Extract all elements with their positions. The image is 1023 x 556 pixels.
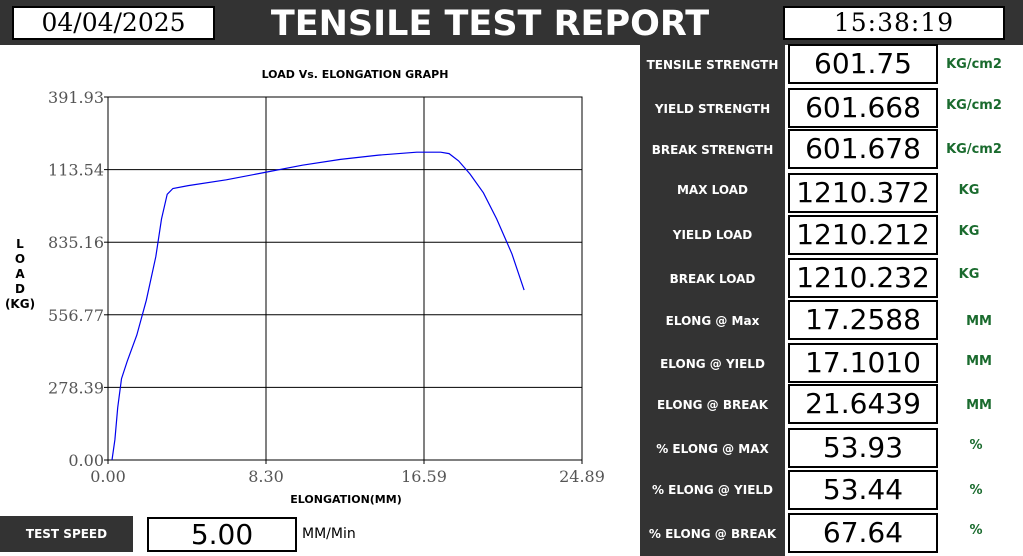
chart-y-tick-label: 835.16 [48, 233, 104, 252]
break-strength-unit: KG/cm2 [946, 142, 1002, 157]
elong-max-unit: MM [966, 314, 992, 329]
results-label-panel [640, 45, 785, 556]
max-load-value: 1210.372 [788, 173, 938, 213]
chart-y-ticks: 0.00278.39556.77835.16113.54391.93 [48, 88, 108, 470]
time-display: 15:38:19 [783, 6, 1005, 40]
tensile-strength-unit: KG/cm2 [946, 57, 1002, 72]
yield-load-unit: KG [958, 224, 980, 239]
pct-elong-break-unit: % [969, 523, 983, 538]
pct-elong-yield-unit: % [969, 483, 983, 498]
chart-x-tick-label: 16.59 [401, 467, 447, 486]
pct-elong-yield-value: 53.44 [788, 470, 938, 510]
pct-elong-break-value: 67.64 [788, 513, 938, 553]
elong-break-label: ELONG @ BREAK [656, 398, 769, 412]
elong-break-unit: MM [966, 398, 992, 413]
chart-x-ticks: 0.00 8.30 16.59 24.89 [90, 460, 605, 486]
pct-elong-break-label: % ELONG @ BREAK [648, 527, 777, 541]
elong-yield-label: ELONG @ YIELD [660, 357, 765, 371]
max-load-unit: KG [958, 183, 980, 198]
break-strength-value: 601.678 [788, 129, 938, 169]
tensile-strength-value: 601.75 [788, 44, 938, 84]
pct-elong-max-unit: % [969, 438, 983, 453]
yield-load-label: YIELD LOAD [672, 228, 753, 242]
elong-yield-unit: MM [966, 354, 992, 369]
max-load-label: MAX LOAD [676, 183, 748, 197]
chart-x-tick-label: 24.89 [559, 467, 605, 486]
chart-y-tick-label: 113.54 [48, 161, 104, 180]
break-load-unit: KG [958, 267, 980, 282]
elong-yield-value: 17.1010 [788, 343, 938, 383]
test-speed-label: TEST SPEED [0, 516, 133, 552]
test-speed-unit: MM/Min [302, 526, 356, 542]
elong-max-value: 17.2588 [788, 300, 938, 340]
chart-x-tick-label: 0.00 [90, 467, 126, 486]
chart-y-tick-label: 391.93 [48, 88, 104, 107]
yield-strength-label: YIELD STRENGTH [654, 102, 771, 116]
yield-strength-value: 601.668 [788, 88, 938, 128]
yield-strength-unit: KG/cm2 [946, 98, 1002, 113]
load-elongation-chart: 0.00 278.39 556.77 835.16 113.54 391.93 0.00 8… [48, 88, 605, 506]
chart-y-tick-label: 278.39 [48, 378, 104, 397]
chart-plot-frame [107, 96, 583, 461]
break-load-label: BREAK LOAD [669, 272, 756, 286]
tensile-strength-label: TENSILE STRENGTH [646, 58, 779, 72]
pct-elong-yield-label: % ELONG @ YIELD [651, 483, 774, 497]
test-speed-value: 5.00 [147, 517, 297, 552]
chart-y-tick-label: 556.77 [48, 306, 104, 325]
pct-elong-max-value: 53.93 [788, 428, 938, 468]
chart-x-tick-label: 8.30 [248, 467, 284, 486]
elong-break-value: 21.6439 [788, 384, 938, 424]
elong-max-label: ELONG @ Max [665, 314, 760, 328]
chart-x-axis-label: ELONGATION(MM) [290, 493, 401, 506]
yield-load-value: 1210.212 [788, 215, 938, 255]
break-load-value: 1210.232 [788, 258, 938, 298]
pct-elong-max-label: % ELONG @ MAX [656, 442, 769, 456]
report-title: TENSILE TEST REPORT [270, 4, 710, 44]
break-strength-label: BREAK STRENGTH [651, 143, 774, 157]
date-display: 04/04/2025 [12, 6, 215, 40]
